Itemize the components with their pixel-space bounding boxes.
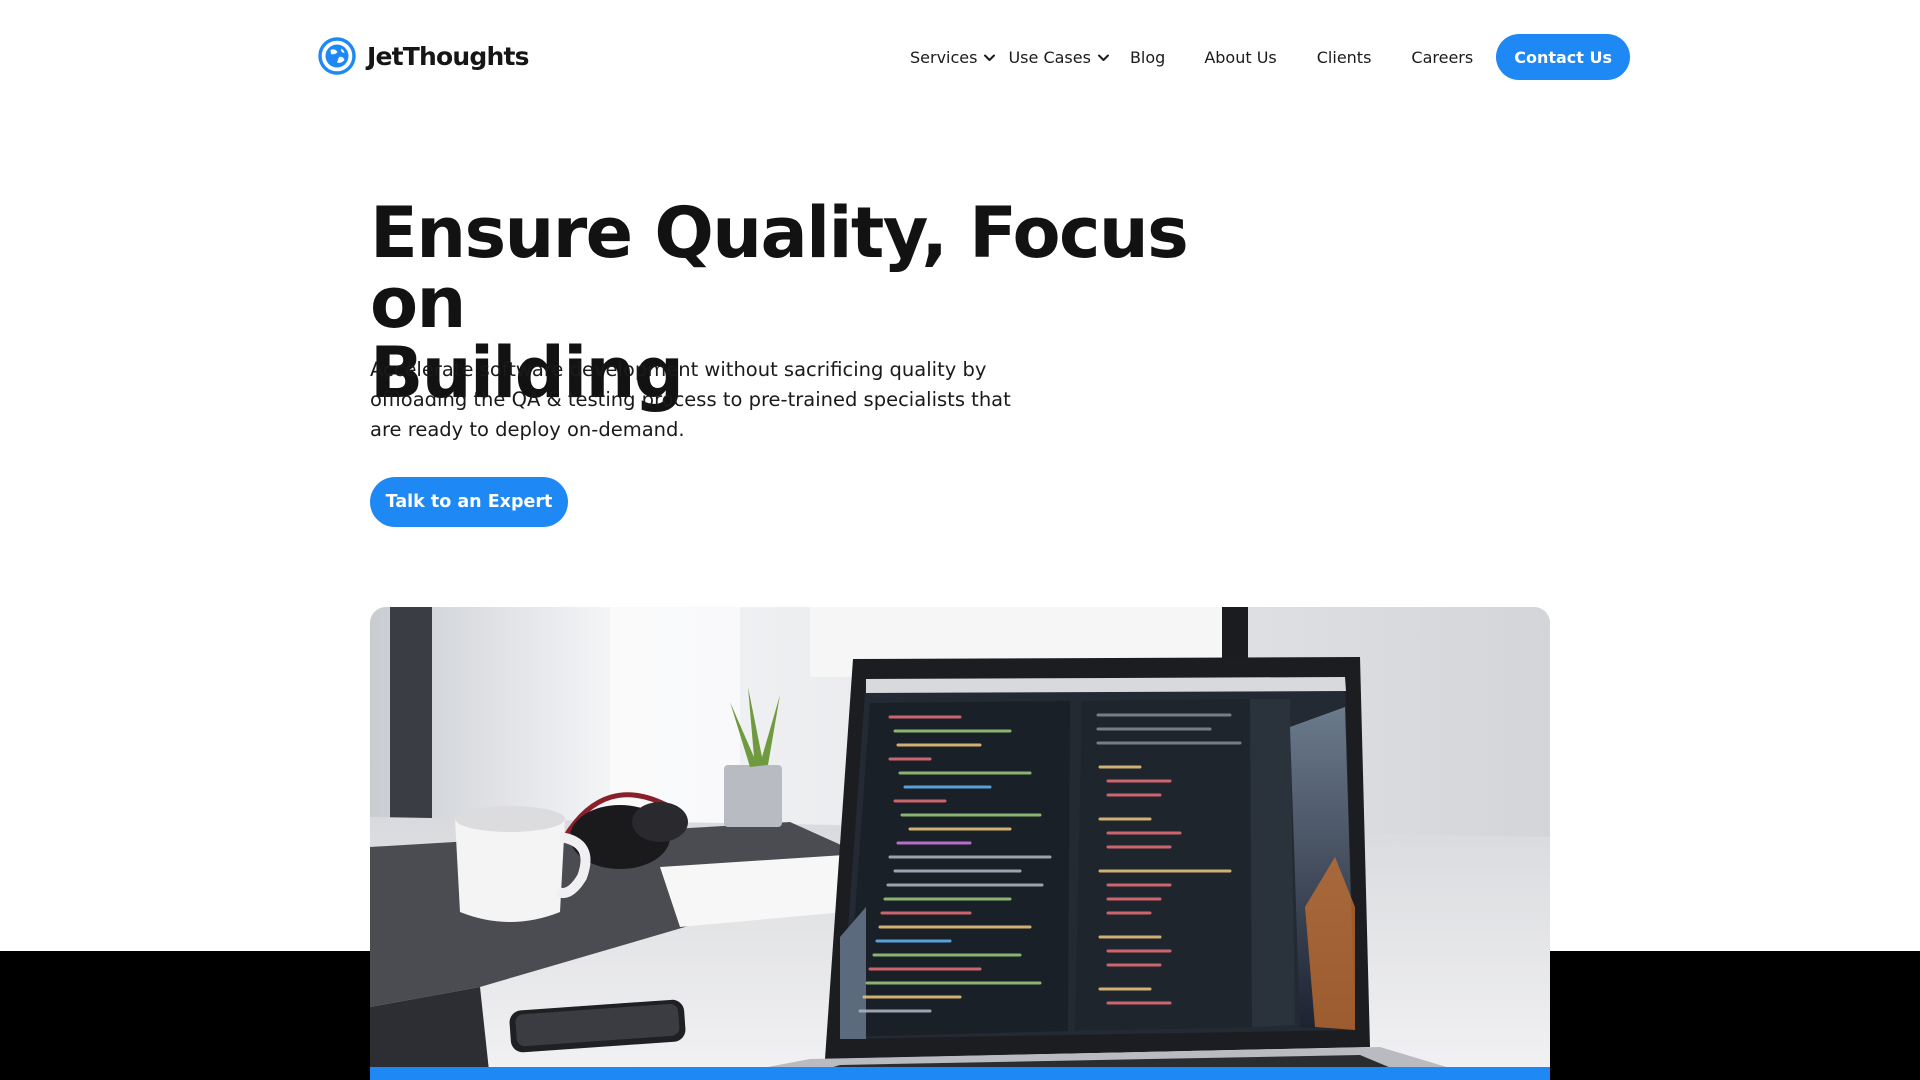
nav-label-use-cases: Use Cases — [1008, 47, 1091, 67]
talk-to-expert-button[interactable]: Talk to an Expert — [370, 477, 568, 527]
globe-logo-icon — [318, 37, 356, 75]
logo-link[interactable]: JetThoughts — [318, 36, 530, 76]
chevron-down-icon — [984, 54, 996, 61]
hero-subtitle: Accelerate software development without … — [370, 358, 1011, 441]
contact-us-button[interactable]: Contact Us — [1496, 34, 1631, 80]
brand-name: JetThoughts — [367, 41, 530, 71]
image-accent-strip — [370, 1067, 1550, 1080]
nav-item-blog[interactable]: Blog — [1130, 48, 1165, 67]
chevron-down-icon — [1097, 54, 1109, 61]
nav-label-services: Services — [910, 47, 978, 67]
laptop-with-code-photo — [370, 607, 1550, 1080]
hero-title-line-1: Ensure Quality, Focus on — [370, 192, 1189, 344]
nav-item-services[interactable]: Services — [910, 48, 996, 67]
nav-item-clients[interactable]: Clients — [1317, 48, 1372, 67]
hero-image — [370, 607, 1550, 1080]
main-nav: Services Use Cases Blog About Us Clients… — [910, 34, 1631, 80]
nav-item-about-us[interactable]: About Us — [1204, 48, 1276, 67]
nav-item-careers[interactable]: Careers — [1411, 48, 1473, 67]
nav-item-use-cases[interactable]: Use Cases — [1008, 48, 1109, 67]
